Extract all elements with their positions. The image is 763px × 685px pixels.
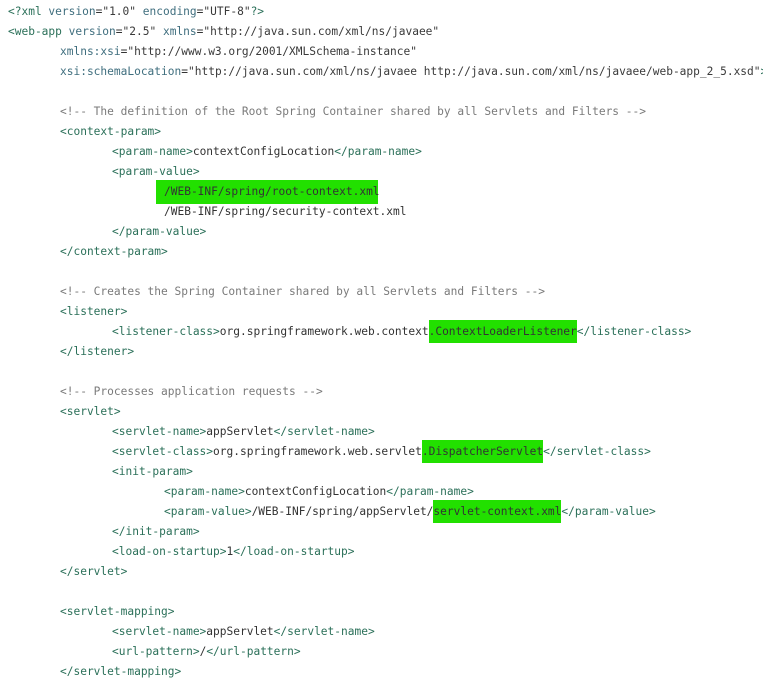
code-line: <param-value> [8, 162, 763, 182]
highlighted-text: servlet-context.xml [433, 500, 562, 523]
xml-comment: <!-- The definition of the Root Spring C… [60, 105, 646, 118]
xml-tag: <param-value> [112, 165, 200, 178]
code-line: </listener> [8, 342, 763, 362]
text-content: org.springframework.web.servlet [213, 445, 422, 458]
attribute-value: "http://www.w3.org/2001/XMLSchema-instan… [127, 45, 417, 58]
code-line: <servlet-name>appServlet</servlet-name> [8, 422, 763, 442]
xml-tag: <url-pattern> [112, 645, 200, 658]
text-content: /WEB-INF/spring/security-context.xml [164, 205, 407, 218]
xml-tag: </param-name> [386, 485, 474, 498]
xml-tag: </url-pattern> [206, 645, 301, 658]
code-line: /WEB-INF/spring/security-context.xml [8, 202, 763, 222]
code-line: </servlet-mapping> [8, 662, 763, 682]
code-line: <!-- Creates the Spring Container shared… [8, 282, 763, 302]
xml-code-view: <?xml version="1.0" encoding="UTF-8"?> <w… [8, 2, 763, 682]
text-content: /WEB-INF/spring/appServlet/ [251, 505, 434, 518]
xml-tag: ?> [250, 5, 265, 18]
code-line: </init-param> [8, 522, 763, 542]
xml-tag: <servlet> [60, 405, 121, 418]
xml-tag: </listener> [60, 345, 135, 358]
xml-tag: </load-on-startup> [233, 545, 355, 558]
xml-tag: </context-param> [60, 245, 168, 258]
code-line: <load-on-startup>1</load-on-startup> [8, 542, 763, 562]
xml-attribute: version [48, 5, 96, 18]
xml-tag: <servlet-name> [112, 425, 207, 438]
code-line: </context-param> [8, 242, 763, 262]
code-line: <init-param> [8, 462, 763, 482]
xml-tag: <listener> [60, 305, 128, 318]
attribute-value: "UTF-8" [203, 5, 251, 18]
highlighted-text: .ContextLoaderListener [428, 320, 577, 343]
text-content: org.springframework.web.context [219, 325, 429, 338]
xml-comment: <!-- Creates the Spring Container shared… [60, 285, 545, 298]
xml-tag: </servlet-class> [543, 445, 651, 458]
xml-attribute: xsi:schemaLocation [60, 65, 182, 78]
xml-tag: <servlet-name> [112, 625, 207, 638]
code-line: <servlet-name>appServlet</servlet-name> [8, 622, 763, 642]
xml-tag: </servlet> [60, 565, 128, 578]
code-line: </param-value> [8, 222, 763, 242]
code-line: <listener-class>org.springframework.web.… [8, 320, 763, 343]
xml-tag: </servlet-name> [273, 625, 375, 638]
xml-tag: <?xml [8, 5, 49, 18]
text-content [156, 25, 163, 38]
xml-tag: <param-value> [164, 505, 252, 518]
xml-tag: <param-name> [112, 145, 193, 158]
xml-tag: </servlet-name> [273, 425, 375, 438]
xml-tag: <init-param> [112, 465, 193, 478]
xml-tag: <servlet-class> [112, 445, 214, 458]
text-content: appServlet [206, 625, 274, 638]
xml-tag: <servlet-mapping> [60, 605, 175, 618]
code-line: <servlet-class>org.springframework.web.s… [8, 440, 763, 463]
code-line: <servlet> [8, 402, 763, 422]
xml-comment: <!-- Processes application requests --> [60, 385, 323, 398]
text-content: = [181, 65, 188, 78]
code-line: </servlet> [8, 562, 763, 582]
code-line: <!-- Processes application requests --> [8, 382, 763, 402]
xml-tag: </servlet-mapping> [60, 665, 182, 678]
code-line: xsi:schemaLocation="http://java.sun.com/… [8, 62, 763, 82]
code-line: <context-param> [8, 122, 763, 142]
xml-tag: </param-value> [561, 505, 656, 518]
code-line: <?xml version="1.0" encoding="UTF-8"?> [8, 2, 763, 22]
xml-tag: </init-param> [112, 525, 200, 538]
xml-attribute: version [68, 25, 116, 38]
xml-tag: </param-name> [334, 145, 422, 158]
xml-tag: <listener-class> [112, 325, 220, 338]
code-line: /WEB-INF/spring/root-context.xml [8, 180, 763, 204]
xml-tag: <context-param> [60, 125, 162, 138]
code-line: xmlns:xsi="http://www.w3.org/2001/XMLSch… [8, 42, 763, 62]
xml-tag: <load-on-startup> [112, 545, 227, 558]
xml-attribute: xmlns:xsi [60, 45, 121, 58]
code-line: <listener> [8, 302, 763, 322]
xml-tag: </param-value> [112, 225, 207, 238]
xml-attribute: xmlns [162, 25, 197, 38]
code-line: <url-pattern>/</url-pattern> [8, 642, 763, 662]
text-content: contextConfigLocation [244, 485, 387, 498]
xml-tag: <param-name> [164, 485, 245, 498]
text-content: = [115, 25, 123, 38]
code-line: <param-name>contextConfigLocation</param… [8, 142, 763, 162]
xml-tag: <web-app [8, 25, 69, 38]
code-line: <param-value>/WEB-INF/spring/appServlet/… [8, 500, 763, 523]
text-content: contextConfigLocation [192, 145, 335, 158]
attribute-value: "1.0" [102, 5, 137, 18]
attribute-value: "http://java.sun.com/xml/ns/javaee" [203, 25, 440, 38]
code-line: <servlet-mapping> [8, 602, 763, 622]
xml-attribute: encoding [142, 5, 197, 18]
attribute-value: "http://java.sun.com/xml/ns/javaee http:… [188, 65, 761, 78]
text-content: /WEB-INF/spring/root-context.xml [164, 185, 380, 198]
text-content [136, 5, 143, 18]
highlighted-text: .DispatcherServlet [421, 440, 544, 463]
code-line: <web-app version="2.5" xmlns="http://jav… [8, 22, 763, 42]
attribute-value: "2.5" [122, 25, 157, 38]
code-line: <!-- The definition of the Root Spring C… [8, 102, 763, 122]
text-content: appServlet [206, 425, 274, 438]
xml-tag: </listener-class> [576, 325, 692, 338]
code-line: <param-name>contextConfigLocation</param… [8, 482, 763, 502]
